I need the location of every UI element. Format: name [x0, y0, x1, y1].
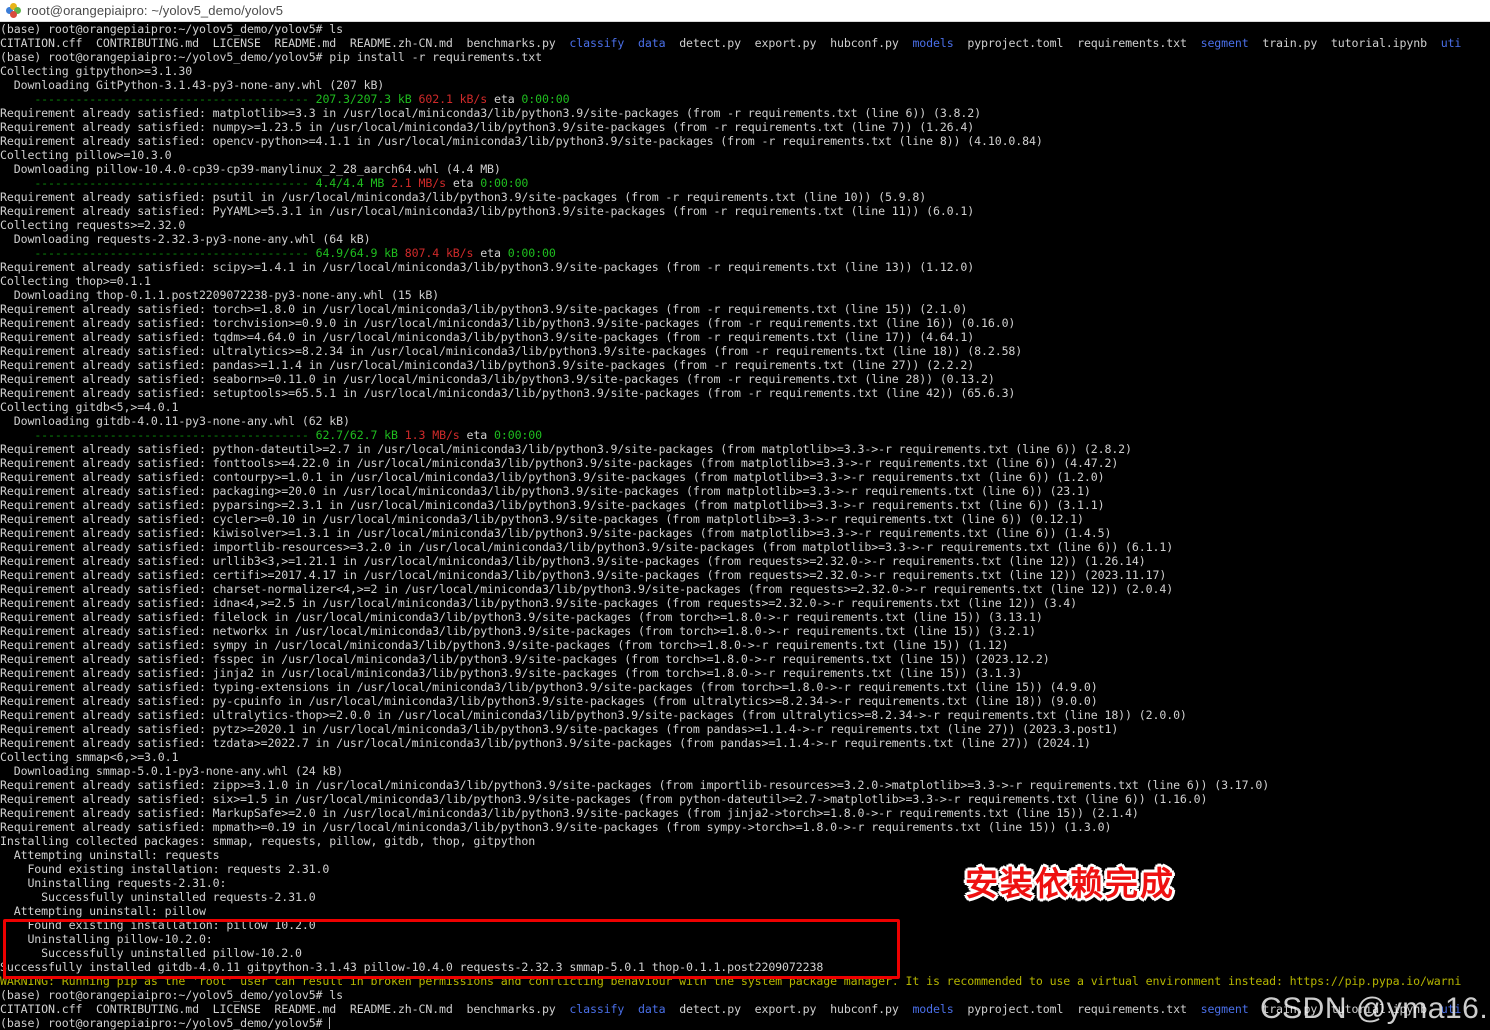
terminal-line-download-smmap: Downloading smmap-5.0.1-py3-none-any.whl…	[0, 764, 344, 778]
terminal-line-uninstall-requests: Attempting uninstall: requests	[0, 848, 220, 862]
terminal-line-req-setuptools: Requirement already satisfied: setuptool…	[0, 386, 1016, 400]
terminal-line-collect-gitpython: Collecting gitpython>=3.1.30	[0, 64, 193, 78]
terminal-line-req-zipp: Requirement already satisfied: zipp>=3.1…	[0, 778, 1270, 792]
terminal-line-req-torch: Requirement already satisfied: torch>=1.…	[0, 302, 968, 316]
terminal-line-progress-pillow: ----------------------------------------…	[34, 176, 529, 190]
mobaxterm-logo-icon	[6, 3, 21, 18]
terminal-line-uninstalled-req: Successfully uninstalled requests-2.31.0	[0, 890, 316, 904]
terminal-line-req-ultralytics: Requirement already satisfied: ultralyti…	[0, 344, 1023, 358]
terminal-line-req-opencv: Requirement already satisfied: opencv-py…	[0, 134, 1043, 148]
terminal-line-download-gitpython: Downloading GitPython-3.1.43-py3-none-an…	[0, 78, 385, 92]
terminal-line-req-pandas: Requirement already satisfied: pandas>=1…	[0, 358, 975, 372]
terminal-line-req-kiwisolver: Requirement already satisfied: kiwisolve…	[0, 526, 1112, 540]
terminal-line-req-fonttools: Requirement already satisfied: fonttools…	[0, 456, 1119, 470]
terminal-line-req-seaborn: Requirement already satisfied: seaborn>=…	[0, 372, 995, 386]
terminal-line-found-requests: Found existing installation: requests 2.…	[0, 862, 330, 876]
terminal-line-req-torchvision: Requirement already satisfied: torchvisi…	[0, 316, 1016, 330]
terminal-line-req-fsspec: Requirement already satisfied: fsspec in…	[0, 652, 1050, 666]
terminal-line-download-requests: Downloading requests-2.32.3-py3-none-any…	[0, 232, 371, 246]
terminal-line-progress-gitdb: ----------------------------------------…	[34, 428, 543, 442]
terminal-line-prompt-ls-2: (base) root@orangepiaipro:~/yolov5_demo/…	[0, 988, 344, 1002]
terminal-line-uninstalling-pillow: Uninstalling pillow-10.2.0:	[0, 932, 213, 946]
window-titlebar: root@orangepiaipro: ~/yolov5_demo/yolov5	[0, 0, 1490, 22]
terminal-output-area[interactable]: (base) root@orangepiaipro:~/yolov5_demo/…	[0, 22, 1490, 1030]
terminal-cursor	[329, 1017, 331, 1029]
terminal-line-uninstall-pillow: Attempting uninstall: pillow	[0, 904, 206, 918]
terminal-line-uninstalled-pillow: Successfully uninstalled pillow-10.2.0	[0, 946, 302, 960]
terminal-line-req-py-cpuinfo: Requirement already satisfied: py-cpuinf…	[0, 694, 1098, 708]
terminal-line-req-matplotlib: Requirement already satisfied: matplotli…	[0, 106, 981, 120]
terminal-line-ls-output-2: CITATION.cff CONTRIBUTING.md LICENSE REA…	[0, 1002, 1462, 1016]
terminal-line-progress-gitpython: ----------------------------------------…	[34, 92, 570, 106]
terminal-line-req-networkx: Requirement already satisfied: networkx …	[0, 624, 1036, 638]
terminal-line-prompt-final: (base) root@orangepiaipro:~/yolov5_demo/…	[0, 1016, 331, 1030]
terminal-line-collect-pillow: Collecting pillow>=10.3.0	[0, 148, 172, 162]
terminal-line-ls-output-1: CITATION.cff CONTRIBUTING.md LICENSE REA…	[0, 36, 1462, 50]
terminal-line-req-idna: Requirement already satisfied: idna<4,>=…	[0, 596, 1078, 610]
terminal-line-successfully-install: Successfully installed gitdb-4.0.11 gitp…	[0, 960, 824, 974]
terminal-line-found-pillow: Found existing installation: pillow 10.2…	[0, 918, 316, 932]
terminal-line-req-python-dateutil: Requirement already satisfied: python-da…	[0, 442, 1132, 456]
terminal-line-req-pytz: Requirement already satisfied: pytz>=202…	[0, 722, 1119, 736]
terminal-line-uninstalling-req: Uninstalling requests-2.31.0:	[0, 876, 227, 890]
terminal-line-req-tzdata: Requirement already satisfied: tzdata>=2…	[0, 736, 1091, 750]
terminal-line-collect-requests: Collecting requests>=2.32.0	[0, 218, 186, 232]
terminal-line-req-scipy: Requirement already satisfied: scipy>=1.…	[0, 260, 975, 274]
terminal-line-prompt-pip-install: (base) root@orangepiaipro:~/yolov5_demo/…	[0, 50, 542, 64]
terminal-line-req-certifi: Requirement already satisfied: certifi>=…	[0, 568, 1167, 582]
terminal-line-req-typing-ext: Requirement already satisfied: typing-ex…	[0, 680, 1098, 694]
terminal-line-download-pillow: Downloading pillow-10.4.0-cp39-cp39-many…	[0, 162, 501, 176]
terminal-line-req-jinja2: Requirement already satisfied: jinja2 in…	[0, 666, 1023, 680]
terminal-line-collect-thop: Collecting thop>=0.1.1	[0, 274, 151, 288]
window-title: root@orangepiaipro: ~/yolov5_demo/yolov5	[27, 3, 284, 18]
terminal-line-req-packaging: Requirement already satisfied: packaging…	[0, 484, 1091, 498]
terminal-line-req-tqdm: Requirement already satisfied: tqdm>=4.6…	[0, 330, 975, 344]
terminal-line-req-ultralytics-thop: Requirement already satisfied: ultralyti…	[0, 708, 1187, 722]
terminal-line-collect-gitdb: Collecting gitdb<5,>=4.0.1	[0, 400, 179, 414]
terminal-line-req-cycler: Requirement already satisfied: cycler>=0…	[0, 512, 1084, 526]
terminal-line-req-numpy: Requirement already satisfied: numpy>=1.…	[0, 120, 975, 134]
terminal-line-req-charset-norm: Requirement already satisfied: charset-n…	[0, 582, 1174, 596]
terminal-line-installing-collected: Installing collected packages: smmap, re…	[0, 834, 536, 848]
terminal-line-req-contourpy: Requirement already satisfied: contourpy…	[0, 470, 1105, 484]
terminal-line-req-markupsafe: Requirement already satisfied: MarkupSaf…	[0, 806, 1139, 820]
terminal-line-warning-root-pip: WARNING: Running pip as the 'root' user …	[0, 974, 1462, 988]
terminal-line-collect-smmap: Collecting smmap<6,>=3.0.1	[0, 750, 179, 764]
terminal-line-req-six: Requirement already satisfied: six>=1.5 …	[0, 792, 1208, 806]
terminal-window: root@orangepiaipro: ~/yolov5_demo/yolov5…	[0, 0, 1490, 1030]
terminal-line-req-psutil: Requirement already satisfied: psutil in…	[0, 190, 927, 204]
terminal-line-req-mpmath: Requirement already satisfied: mpmath>=0…	[0, 820, 1112, 834]
terminal-line-req-urllib3: Requirement already satisfied: urllib3<3…	[0, 554, 1146, 568]
terminal-line-prompt-ls-1: (base) root@orangepiaipro:~/yolov5_demo/…	[0, 22, 344, 36]
terminal-line-download-gitdb: Downloading gitdb-4.0.11-py3-none-any.wh…	[0, 414, 350, 428]
terminal-line-req-sympy: Requirement already satisfied: sympy in …	[0, 638, 1009, 652]
terminal-line-req-importlib-res: Requirement already satisfied: importlib…	[0, 540, 1174, 554]
terminal-line-progress-requests: ----------------------------------------…	[34, 246, 556, 260]
terminal-line-req-pyparsing: Requirement already satisfied: pyparsing…	[0, 498, 1105, 512]
terminal-line-download-thop: Downloading thop-0.1.1.post2209072238-py…	[0, 288, 440, 302]
terminal-line-req-pyyaml: Requirement already satisfied: PyYAML>=5…	[0, 204, 975, 218]
terminal-line-req-filelock: Requirement already satisfied: filelock …	[0, 610, 1043, 624]
